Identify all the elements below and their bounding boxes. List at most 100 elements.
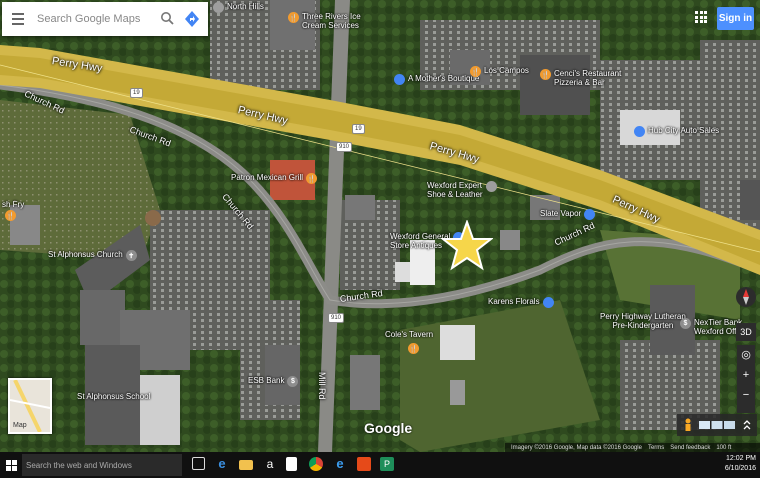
terms-link[interactable]: Terms — [648, 445, 664, 451]
poi-st-alphonsus-church[interactable]: St Alphonsus Church ✝ — [48, 250, 137, 261]
poi-label: Cenci's Restaurant — [554, 69, 622, 78]
poi-label: St Alphonsus School — [77, 392, 151, 401]
poi-a-mothers-boutique[interactable]: A Mother's Boutique — [394, 74, 479, 85]
task-view-icon[interactable] — [192, 457, 205, 470]
route-shield-19: 19 — [130, 88, 143, 98]
poi-label: Hub City Auto Sales — [648, 126, 720, 135]
poi-label: Karens Florals — [488, 297, 540, 306]
search-box — [2, 2, 208, 36]
file-explorer-icon[interactable] — [239, 460, 253, 470]
poi-karens-florals[interactable]: Karens Florals — [488, 297, 554, 308]
poi-slate-vapor[interactable]: Slate Vapor — [540, 209, 596, 220]
poi-north-hills[interactable]: North Hills — [213, 2, 264, 13]
sign-in-button[interactable]: Sign in — [717, 7, 754, 30]
zoom-out-button[interactable]: − — [737, 385, 755, 405]
shopping-pin-icon — [394, 74, 405, 85]
internet-explorer-icon[interactable]: e — [333, 457, 347, 471]
poi-los-campos[interactable]: 🍴 Los Campos — [470, 66, 529, 77]
search-input[interactable] — [35, 12, 159, 26]
bank-pin-icon: $ — [287, 376, 299, 387]
car-pin-icon — [634, 126, 645, 137]
poi-st-alphonsus-school[interactable]: St Alphonsus School — [77, 392, 150, 401]
route-shield-910: 910 — [328, 313, 345, 323]
system-tray-clock[interactable]: 12:02 PM 6/10/2016 — [700, 454, 756, 474]
map-type-label: Map — [13, 422, 27, 429]
windows-logo-icon — [5, 459, 17, 471]
route-shield-19: 19 — [352, 124, 365, 134]
poi-label: Three Rivers Ice — [302, 12, 361, 21]
poi-label: Shoe & Leather — [427, 190, 483, 199]
compass-icon[interactable] — [736, 287, 756, 307]
imagery-thumbnails[interactable] — [699, 421, 735, 429]
taskbar-search-placeholder: Search the web and Windows — [26, 460, 132, 470]
poi-three-rivers-ice-cream[interactable]: 🍴 Three Rivers Ice Cream Services — [288, 12, 361, 30]
poi-patron-mexican-grill[interactable]: Patron Mexican Grill 🍴 — [231, 173, 318, 184]
imagery-credit: Imagery ©2016 Google, Map data ©2016 Goo… — [511, 444, 642, 451]
poi-perry-highway-lutheran[interactable]: Perry Highway Lutheran Pre-Kindergarten — [600, 312, 686, 330]
shopping-pin-icon — [542, 297, 554, 308]
poi-label: sh Fry — [2, 200, 25, 209]
shopping-pin-icon — [584, 209, 596, 220]
poi-label: ESB Bank — [248, 376, 285, 385]
zoom-in-button[interactable]: + — [737, 365, 755, 385]
my-location-icon[interactable]: ◎ — [737, 345, 755, 365]
directions-icon[interactable] — [185, 11, 199, 27]
poi-hub-city-auto-sales[interactable]: Hub City Auto Sales — [634, 126, 719, 137]
map-imagery — [0, 0, 760, 452]
start-button[interactable] — [0, 452, 22, 478]
office-icon[interactable] — [357, 457, 371, 471]
send-feedback-link[interactable]: Send feedback — [670, 445, 710, 451]
chrome-icon[interactable] — [309, 457, 323, 471]
poi-esb-bank[interactable]: ESB Bank $ — [248, 376, 299, 387]
windows-taskbar: Search the web and Windows e a e P 12:02… — [0, 452, 760, 478]
place-pin-icon — [213, 2, 224, 13]
poi-label: Store Antiques — [390, 241, 443, 250]
satellite-map[interactable]: Perry Hwy Perry Hwy Perry Hwy Perry Hwy … — [0, 0, 760, 452]
location-star-icon — [441, 220, 493, 271]
poi-label: A Mother's Boutique — [408, 74, 480, 83]
place-pin-icon — [485, 181, 497, 192]
poi-cencis-restaurant[interactable]: 🍴 Cenci's Restaurant Pizzeria & Bar — [540, 69, 621, 87]
toggle-3d-button[interactable]: 3D — [736, 323, 756, 341]
poi-fish-fry[interactable]: sh Fry — [2, 200, 24, 209]
poi-label: St Alphonsus Church — [48, 250, 123, 259]
scale-bar[interactable]: 100 ft — [716, 445, 731, 451]
route-shield-910: 910 — [336, 142, 353, 152]
road-label-mill-rd: Mill Rd — [317, 372, 327, 400]
menu-icon[interactable] — [12, 13, 24, 28]
apps-grid-icon[interactable] — [695, 11, 707, 23]
food-pin-icon: 🍴 — [470, 66, 481, 77]
poi-label: North Hills — [227, 2, 264, 11]
poi-label: Pizzeria & Bar — [554, 78, 605, 87]
poi-wexford-expert-shoe[interactable]: Wexford Expert Shoe & Leather — [427, 181, 497, 199]
pegman-icon[interactable] — [683, 418, 693, 432]
zoom-controls: ◎ + − — [737, 345, 755, 413]
clock-date: 6/10/2016 — [724, 465, 756, 472]
poi-label: Pre-Kindergarten — [612, 321, 674, 330]
map-type-toggle[interactable]: Map — [8, 378, 52, 434]
food-pin-icon: 🍴 — [5, 210, 16, 221]
expand-icon[interactable] — [743, 419, 751, 431]
poi-coles-tavern[interactable]: Cole's Tavern — [385, 330, 433, 339]
amazon-icon[interactable]: a — [263, 457, 277, 471]
poi-label: Perry Highway Lutheran — [600, 312, 686, 321]
poi-label: Cream Services — [302, 21, 359, 30]
search-icon[interactable] — [160, 11, 174, 25]
google-logo: Google — [364, 420, 413, 436]
food-pin-icon: 🍴 — [540, 69, 551, 80]
edge-icon[interactable]: e — [215, 457, 229, 471]
store-icon[interactable] — [286, 457, 297, 471]
poi-label: NexTier Bank — [694, 318, 743, 327]
taskbar-search-box[interactable]: Search the web and Windows — [22, 454, 182, 476]
publisher-icon[interactable]: P — [380, 457, 394, 471]
poi-label: Patron Mexican Grill — [231, 173, 304, 182]
food-pin-icon: 🍴 — [306, 173, 318, 184]
poi-label: Cole's Tavern — [385, 330, 434, 339]
poi-label: Wexford Expert — [427, 181, 482, 190]
imagery-panel — [677, 414, 757, 436]
church-pin-icon: ✝ — [125, 250, 137, 261]
map-footer: Imagery ©2016 Google, Map data ©2016 Goo… — [505, 443, 760, 452]
poi-label: Slate Vapor — [540, 209, 582, 218]
food-pin-icon: 🍴 — [408, 343, 419, 354]
clock-time: 12:02 PM — [726, 455, 756, 462]
